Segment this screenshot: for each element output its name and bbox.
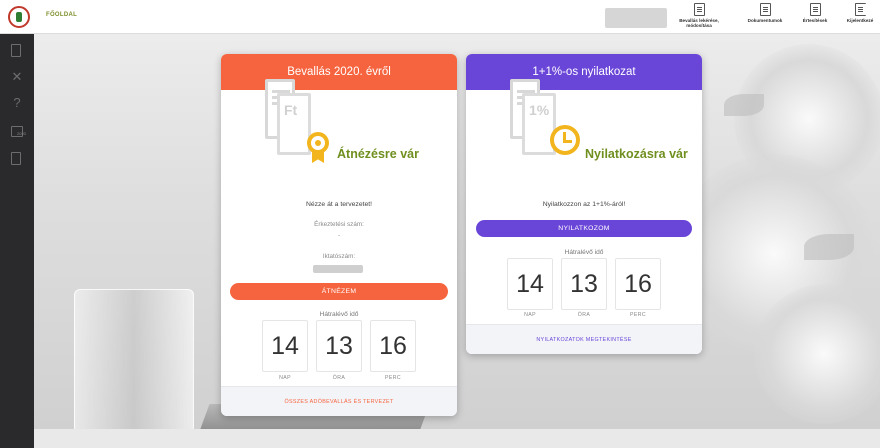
documents-label: Dokumentumok [747,18,783,23]
government-logo-icon[interactable] [8,6,30,28]
notifications-label: Értesítések [802,18,828,23]
declaration-minutes-label: PERC [629,312,646,318]
document-search-icon [693,3,705,16]
archive-icon[interactable] [11,152,21,165]
declaration-illustration-text: 1% [529,102,550,118]
glass-decoration [74,289,194,439]
view-declarations-link[interactable]: NYILATKOZATOK MEGTEKINTÉSE [466,324,702,354]
document-list-icon[interactable] [11,44,21,57]
declaration-message: Nyilatkozzon az 1+1%-áról! [542,201,626,208]
declaration-hours-label: ÓRA [577,312,591,318]
tax-days-label: NAP [279,375,291,381]
tax-illustration-text: Ft [284,102,298,118]
tax-remaining-time-label: Hátralévő idő [319,311,359,318]
tax-hours-counter: 13 [316,320,362,372]
user-name-redacted [605,8,667,28]
background-photo [34,34,880,448]
tax-return-card: Bevallás 2020. évről Ft Átnézésre vár Né… [221,54,457,416]
all-tax-returns-link[interactable]: ÖSSZES ADÓBEVALLÁS ÉS TERVEZET [221,386,457,416]
calendar-2020-icon[interactable]: 2020 [11,126,26,137]
filing-number-label: Iktatószám: [322,253,356,260]
declaration-card: 1+1%-os nyilatkozat 1% Nyilatkozásra vár… [466,54,702,354]
leaf-decoration [804,234,854,260]
documents-icon [759,3,771,16]
registration-value: - [337,232,341,239]
tax-return-query-label-2: módosítása [686,23,712,28]
home-link[interactable]: FŐOLDAL [46,12,77,18]
declaration-status-text: Nyilatkozásra vár [585,147,688,161]
award-ribbon-icon [312,151,324,163]
help-icon[interactable]: ? [11,96,23,110]
declaration-days-label: NAP [524,312,536,318]
tax-minutes-label: PERC [384,375,401,381]
tax-message: Nézze át a tervezetet! [305,201,373,208]
tax-days-counter: 14 [262,320,308,372]
declaration-minutes-counter: 16 [615,258,661,310]
declare-button[interactable]: NYILATKOZOM [476,220,692,237]
tax-return-card-title: Bevallás 2020. évről [221,54,457,90]
registration-label: Érkeztetési szám: [314,221,364,228]
table-surface [34,429,880,448]
award-badge-icon [307,132,329,154]
logout-label: Kijelentkezé [846,18,874,23]
tax-document-illustration-icon: Ft [259,79,314,159]
tax-status-text: Átnézésre vár [337,147,419,161]
declaration-remaining-time-label: Hátralévő idő [564,249,604,256]
filing-number-redacted [313,265,363,273]
tax-minutes-counter: 16 [370,320,416,372]
documents-button[interactable]: Dokumentumok [736,3,794,33]
review-button[interactable]: ÁTNÉZEM [230,283,448,300]
tax-return-query-button[interactable]: Bevallás lekérése, módosítása [668,3,730,33]
declaration-days-counter: 14 [507,258,553,310]
declaration-card-title: 1+1%-os nyilatkozat [466,54,702,90]
declaration-hours-counter: 13 [561,258,607,310]
flower-decoration [754,284,880,424]
sidebar: ✕ ? 2020 [0,34,34,448]
logout-icon [854,3,866,16]
clock-hand-icon [563,140,572,143]
top-bar: FŐOLDAL Bevallás lekérése, módosítása Do… [0,0,880,34]
calendar-year-text: 2020 [17,131,26,136]
logout-button[interactable]: Kijelentkezé [840,3,880,33]
notifications-button[interactable]: Értesítések [796,3,834,33]
leaf-decoration [724,94,764,116]
person-icon[interactable]: ✕ [11,70,23,84]
tax-hours-label: ÓRA [332,375,346,381]
notifications-icon [809,3,821,16]
